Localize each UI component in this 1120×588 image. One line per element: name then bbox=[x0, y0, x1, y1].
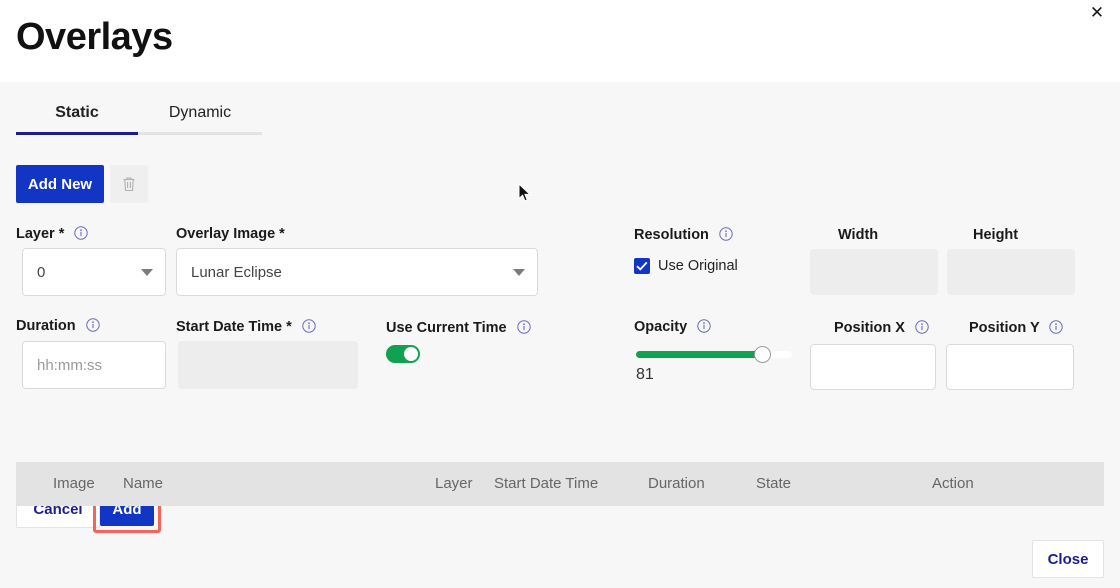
chevron-down-icon bbox=[513, 269, 525, 276]
column-header-action: Action bbox=[932, 462, 974, 506]
duration-label: Duration bbox=[16, 317, 100, 335]
use-original-checkbox[interactable] bbox=[634, 258, 650, 274]
layer-select[interactable]: 0 bbox=[22, 248, 166, 296]
column-header-layer: Layer bbox=[435, 462, 473, 506]
duration-input[interactable] bbox=[22, 341, 166, 389]
overlay-image-select[interactable]: Lunar Eclipse bbox=[176, 248, 538, 296]
resolution-label: Resolution bbox=[634, 226, 733, 244]
trash-icon bbox=[122, 176, 136, 192]
tab-static[interactable]: Static bbox=[16, 97, 138, 129]
tab-dynamic-underline bbox=[138, 132, 262, 135]
dialog-header: Overlays ✕ bbox=[0, 0, 1120, 82]
column-header-name: Name bbox=[123, 462, 163, 506]
page-title: Overlays bbox=[16, 10, 173, 64]
use-original-checkbox-row[interactable]: Use Original bbox=[634, 258, 744, 278]
info-icon[interactable] bbox=[517, 320, 531, 334]
position-y-input[interactable] bbox=[946, 344, 1074, 390]
width-label: Width bbox=[838, 226, 878, 244]
opacity-value: 81 bbox=[636, 366, 654, 384]
column-header-start-date-time: Start Date Time bbox=[494, 462, 598, 506]
chevron-down-icon bbox=[141, 269, 153, 276]
opacity-slider-fill bbox=[636, 351, 762, 358]
info-icon[interactable] bbox=[1049, 320, 1063, 334]
column-header-duration: Duration bbox=[648, 462, 705, 506]
position-x-input[interactable] bbox=[810, 344, 936, 390]
start-date-time-input[interactable] bbox=[178, 341, 358, 389]
start-date-time-label: Start Date Time * bbox=[176, 318, 316, 336]
overlay-image-label: Overlay Image * bbox=[176, 225, 285, 243]
position-x-label: Position X bbox=[834, 319, 929, 337]
info-icon[interactable] bbox=[302, 319, 316, 333]
column-header-image: Image bbox=[53, 462, 95, 506]
close-icon[interactable]: ✕ bbox=[1086, 2, 1108, 24]
toggle-knob bbox=[404, 347, 418, 361]
info-icon[interactable] bbox=[697, 319, 711, 333]
delete-button[interactable] bbox=[110, 165, 148, 203]
opacity-slider-knob[interactable] bbox=[754, 346, 771, 363]
add-new-button[interactable]: Add New bbox=[16, 165, 104, 203]
info-icon[interactable] bbox=[915, 320, 929, 334]
use-original-label: Use Original bbox=[658, 256, 738, 276]
info-icon[interactable] bbox=[74, 226, 88, 240]
info-icon[interactable] bbox=[86, 318, 100, 332]
use-current-time-toggle[interactable] bbox=[386, 345, 420, 363]
tab-static-underline bbox=[16, 132, 138, 135]
overlay-image-select-value: Lunar Eclipse bbox=[191, 249, 505, 297]
use-current-time-label: Use Current Time bbox=[386, 319, 531, 337]
overlays-table-header: Image Name Layer Start Date Time Duratio… bbox=[16, 462, 1104, 506]
layer-select-value: 0 bbox=[37, 249, 133, 297]
opacity-slider[interactable]: 81 bbox=[636, 344, 796, 390]
height-input[interactable] bbox=[947, 249, 1075, 295]
opacity-label: Opacity bbox=[634, 318, 711, 336]
column-header-state: State bbox=[756, 462, 791, 506]
layer-label: Layer * bbox=[16, 225, 88, 243]
position-y-label: Position Y bbox=[969, 319, 1063, 337]
close-button[interactable]: Close bbox=[1032, 540, 1104, 578]
height-label: Height bbox=[973, 226, 1018, 244]
info-icon[interactable] bbox=[719, 227, 733, 241]
width-input[interactable] bbox=[810, 249, 938, 295]
tab-dynamic[interactable]: Dynamic bbox=[138, 97, 262, 129]
dialog-body: Static Dynamic Add New Layer * Overlay I… bbox=[0, 82, 1120, 588]
